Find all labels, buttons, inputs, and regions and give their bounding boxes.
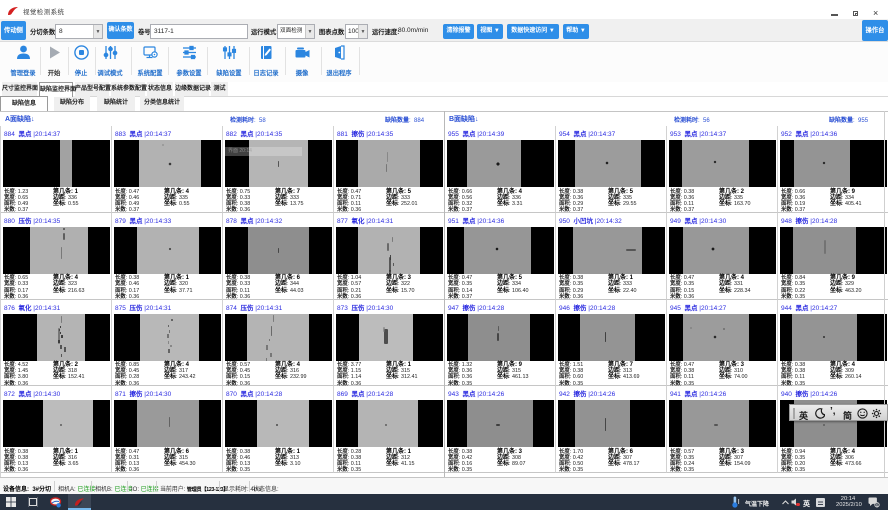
svg-text:6: 6 [876, 503, 879, 508]
